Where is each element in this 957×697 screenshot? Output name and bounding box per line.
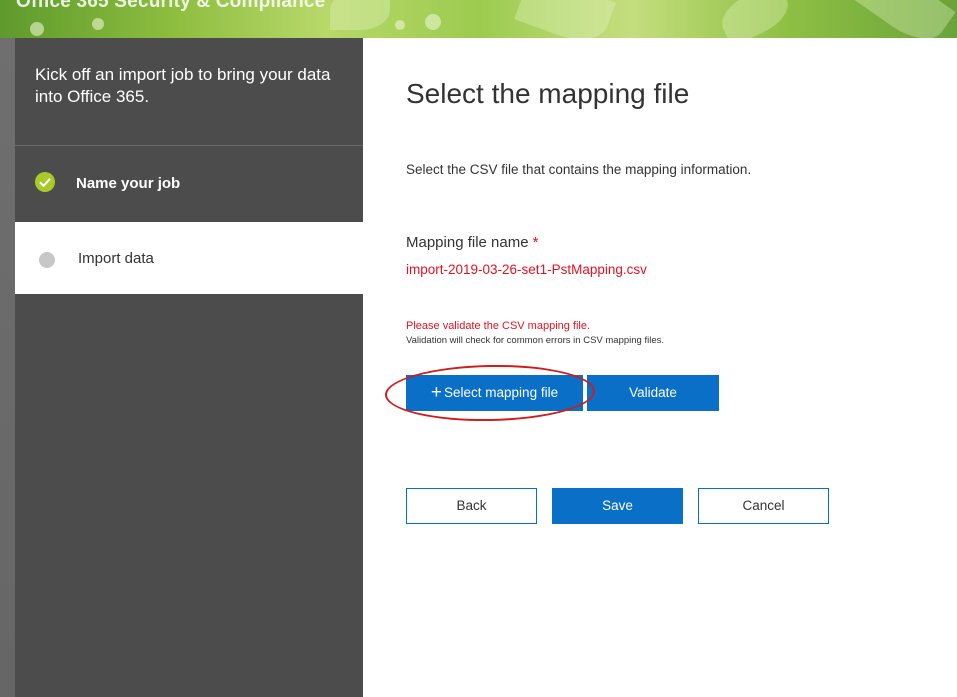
save-button[interactable]: Save: [552, 488, 683, 524]
background-page-edge: [0, 38, 15, 697]
banner-decoration: [854, 0, 956, 38]
app-banner: Office 365 Security & Compliance: [0, 0, 957, 38]
wizard-main-panel: Select the mapping file Select the CSV f…: [363, 38, 957, 697]
cancel-button[interactable]: Cancel: [698, 488, 829, 524]
validation-error-message: Please validate the CSV mapping file.: [406, 320, 591, 332]
banner-decoration: [92, 18, 104, 30]
button-label: Select mapping file: [444, 385, 559, 400]
banner-decoration: [395, 20, 405, 30]
sidebar-intro-text: Kick off an import job to bring your dat…: [35, 65, 331, 106]
plus-icon: +: [430, 382, 443, 403]
banner-decoration: [714, 0, 796, 38]
wizard-step-import-data[interactable]: Import data: [15, 222, 363, 294]
dot-icon: [39, 252, 55, 268]
step-label: Name your job: [76, 175, 181, 192]
banner-decoration: [30, 22, 44, 36]
back-button[interactable]: Back: [406, 488, 537, 524]
step-label: Import data: [78, 250, 154, 267]
mapping-file-name: import-2019-03-26-set1-PstMapping.csv: [406, 262, 647, 277]
field-label-text: Mapping file name: [406, 234, 529, 251]
validate-button[interactable]: Validate: [587, 375, 719, 411]
banner-decoration: [514, 0, 616, 38]
wizard-step-name-your-job[interactable]: Name your job: [15, 146, 363, 218]
required-marker: *: [532, 234, 539, 251]
banner-decoration: [425, 14, 441, 30]
app-title: Office 365 Security & Compliance: [16, 0, 326, 12]
validation-help-text: Validation will check for common errors …: [406, 335, 665, 346]
banner-decoration: [330, 0, 390, 30]
mapping-file-label: Mapping file name *: [406, 234, 538, 251]
check-circle-icon: [35, 172, 55, 192]
page-title: Select the mapping file: [406, 78, 690, 109]
select-mapping-file-button[interactable]: + Select mapping file: [406, 375, 583, 411]
page-description: Select the CSV file that contains the ma…: [406, 162, 752, 177]
wizard-sidebar: Kick off an import job to bring your dat…: [15, 38, 363, 697]
